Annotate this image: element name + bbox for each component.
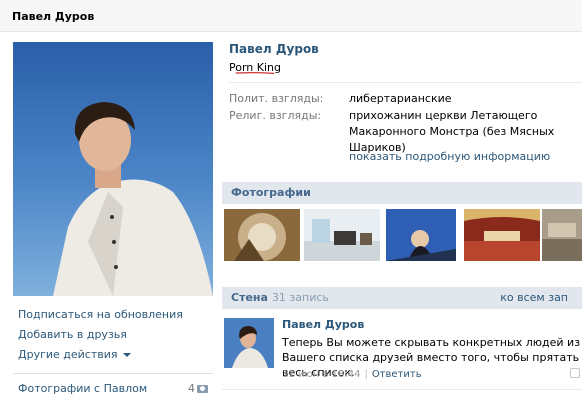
- photo-thumb[interactable]: [464, 209, 540, 261]
- post-date[interactable]: 11 июн в 18:44: [282, 369, 360, 380]
- all-posts-link[interactable]: ко всем зап: [500, 291, 568, 304]
- close-icon[interactable]: [570, 368, 580, 378]
- photos-with-count-group: 4: [188, 382, 208, 395]
- divider: [13, 373, 213, 374]
- status-underline: [235, 72, 275, 74]
- profile-actions: Подписаться на обновления Добавить в дру…: [18, 308, 183, 368]
- profile-avatar[interactable]: [13, 42, 213, 296]
- info-value-politics[interactable]: либертарианские: [349, 91, 582, 107]
- reply-link[interactable]: Ответить: [372, 369, 422, 380]
- show-more-info-link[interactable]: показать подробную информацию: [349, 150, 550, 163]
- divider: [229, 82, 582, 83]
- post-author-avatar[interactable]: [224, 318, 274, 368]
- divider: [222, 389, 582, 390]
- wall-post-count: 31 запись: [271, 291, 329, 304]
- other-actions-label: Другие действия: [18, 348, 118, 361]
- photos-with-count: 4: [188, 382, 195, 395]
- wall-section-title: Стена 31 запись: [231, 291, 329, 304]
- photo-thumb[interactable]: [542, 209, 582, 261]
- photo-thumb[interactable]: [304, 209, 380, 261]
- post-author-name[interactable]: Павел Дуров: [282, 318, 364, 331]
- meta-separator: |: [364, 369, 368, 380]
- photos-with-link[interactable]: Фотографии с Павлом 4: [18, 382, 208, 395]
- other-actions-link[interactable]: Другие действия: [18, 348, 183, 368]
- photo-thumb[interactable]: [386, 209, 456, 261]
- subscribe-link[interactable]: Подписаться на обновления: [18, 308, 183, 328]
- photos-section-title: Фотографии: [231, 186, 311, 199]
- info-label-religion: Религ. взгляды:: [229, 109, 322, 122]
- page-title: Павел Дуров: [12, 10, 95, 23]
- add-friend-link[interactable]: Добавить в друзья: [18, 328, 183, 348]
- info-value-religion[interactable]: прихожанин церкви Летающего Макаронного …: [349, 108, 582, 156]
- post-meta: 11 июн в 18:44 | Ответить: [282, 369, 422, 380]
- photos-with-label: Фотографии с Павлом: [18, 382, 148, 395]
- info-label-politics: Полит. взгляды:: [229, 92, 324, 105]
- wall-title: Стена: [231, 291, 268, 304]
- camera-icon: [197, 385, 208, 393]
- profile-name: Павел Дуров: [229, 42, 319, 56]
- photo-thumb[interactable]: [224, 209, 300, 261]
- wall-section-header: Стена 31 запись ко всем зап: [222, 287, 582, 309]
- page-header: Павел Дуров: [0, 0, 582, 32]
- chevron-down-icon: [122, 353, 131, 357]
- photos-section-header[interactable]: Фотографии: [222, 182, 582, 204]
